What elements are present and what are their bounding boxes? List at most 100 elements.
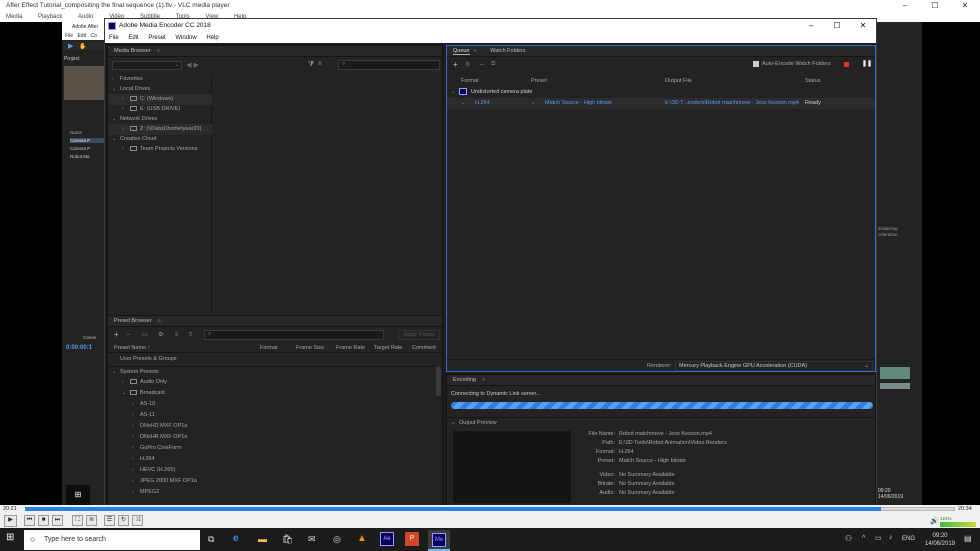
edge-icon[interactable]: e	[233, 533, 239, 544]
vlc-icon[interactable]: ▲	[357, 533, 367, 544]
col-status[interactable]: Status	[805, 76, 821, 86]
network-icon[interactable]: ▭	[875, 534, 882, 542]
col-comment[interactable]: Comment	[412, 343, 436, 353]
add-source-icon[interactable]: +	[453, 60, 458, 69]
ame-menu-help[interactable]: Help	[206, 33, 218, 43]
preset-item[interactable]: › MPEG2	[108, 487, 434, 498]
selection-tool-icon[interactable]: ▶	[68, 43, 73, 50]
file-explorer-icon[interactable]: ▬	[258, 534, 267, 544]
preset-item[interactable]: › H.264	[108, 454, 434, 465]
stop-icon[interactable]: ■	[38, 515, 49, 526]
encoding-tab[interactable]: Encoding ≡	[447, 375, 875, 386]
media-browser-location-dropdown[interactable]: ⌄	[112, 61, 182, 70]
renderer-dropdown[interactable]: Mercury Playback Engine GPU Acceleration…	[675, 361, 873, 371]
preset-user-group[interactable]: User Presets & Groups	[108, 354, 442, 365]
ame-menu-preset[interactable]: Preset	[148, 33, 165, 43]
col-frame-rate[interactable]: Frame Rate	[336, 343, 365, 353]
ame-menu-window[interactable]: Window	[175, 33, 196, 43]
play-icon[interactable]: ▶	[4, 515, 17, 527]
fullscreen-icon[interactable]: ⛶	[72, 515, 83, 526]
queue-item-format[interactable]: H.264	[475, 98, 490, 109]
col-preset-name[interactable]: Preset Name ↑	[114, 343, 150, 353]
media-encoder-task[interactable]: Me	[428, 530, 450, 551]
new-group-icon[interactable]: ▭	[142, 331, 148, 338]
view-toggle-icon[interactable]: ≡	[318, 61, 322, 67]
playlist-icon[interactable]: ☰	[104, 515, 115, 526]
vlc-menu-media[interactable]: Media	[6, 12, 22, 22]
apply-preset-button[interactable]: Apply Preset	[398, 330, 440, 340]
loop-icon[interactable]: ↻	[118, 515, 129, 526]
chevron-down-icon[interactable]: ⌄	[531, 98, 536, 109]
store-icon[interactable]: 🛍	[282, 534, 293, 545]
col-preset[interactable]: Preset	[531, 76, 547, 86]
after-effects-icon[interactable]: Ae	[380, 532, 394, 546]
media-search-input[interactable]: ⌕	[338, 60, 440, 70]
preset-item[interactable]: › HEVC (H.265)	[108, 465, 434, 476]
task-view-icon[interactable]: ⧉	[208, 534, 214, 545]
col-format[interactable]: Format	[461, 76, 478, 86]
preset-search-input[interactable]: ⌕	[204, 330, 384, 340]
preset-system-group[interactable]: ⌄ System Presets	[108, 366, 442, 377]
speaker-icon[interactable]: ♪	[889, 534, 893, 541]
ame-menu-file[interactable]: File	[109, 33, 119, 43]
close-icon[interactable]: ✕	[850, 19, 876, 33]
back-forward-icon[interactable]: ◀ ▶	[186, 61, 199, 69]
ame-menu-edit[interactable]: Edit	[128, 33, 138, 43]
duplicate-icon[interactable]: ⧉	[491, 61, 495, 68]
ae-project-tab[interactable]: Project	[64, 56, 104, 64]
ae-project-item[interactable]: Robot Ma	[70, 154, 90, 159]
close-icon[interactable]: ✕	[950, 0, 980, 12]
col-target-rate[interactable]: Target Rate	[374, 343, 402, 353]
windows-start-icon[interactable]: ⊞	[6, 532, 14, 543]
tab-queue[interactable]: Queue	[453, 48, 470, 55]
preset-item[interactable]: ⌄ Broadcast	[108, 388, 434, 399]
preset-browser-tab[interactable]: Preset Browser ≡	[108, 316, 442, 327]
media-browser-tab[interactable]: Media Browser ≡	[108, 46, 442, 57]
col-format[interactable]: Format	[260, 343, 277, 353]
app-icon[interactable]: ◎	[333, 534, 341, 545]
vlc-menu-playback[interactable]: Playback	[38, 12, 62, 22]
people-icon[interactable]: ⚇	[845, 534, 852, 543]
auto-encode-checkbox[interactable]	[753, 61, 759, 67]
queue-item-output[interactable]: E:\3D T...enders\Robot matchmove - Jess …	[665, 98, 799, 109]
minimize-icon[interactable]: –	[890, 0, 920, 12]
chevron-down-icon[interactable]: ⌄	[461, 98, 466, 109]
hand-tool-icon[interactable]: ✋	[79, 44, 86, 50]
settings-icon[interactable]: ⚙	[158, 331, 163, 338]
add-preset-icon[interactable]: +	[114, 330, 119, 339]
minimize-icon[interactable]: –	[798, 19, 824, 33]
vlc-menu-audio[interactable]: Audio	[78, 12, 93, 22]
preset-scrollbar[interactable]	[436, 366, 441, 396]
language-indicator[interactable]: ENG	[902, 536, 915, 542]
preset-item[interactable]: › AS-11	[108, 410, 434, 421]
settings-icon[interactable]: ⚙	[465, 61, 470, 68]
output-preview-header[interactable]: ⌄ Output Preview	[447, 417, 875, 427]
maximize-icon[interactable]: ☐	[824, 19, 850, 33]
powerpoint-icon[interactable]: P	[405, 532, 419, 546]
tab-watch-folders[interactable]: Watch Folders	[490, 48, 525, 54]
taskbar-search[interactable]: ○ Type here to search	[24, 530, 200, 550]
chevron-up-icon[interactable]: ^	[862, 535, 865, 542]
export-preset-icon[interactable]: ⇧	[188, 331, 193, 338]
preset-item[interactable]: › Audio Only	[108, 377, 434, 388]
ae-timecode[interactable]: 0:00:00:1	[66, 345, 92, 351]
remove-preset-icon[interactable]: −	[126, 330, 131, 339]
preset-item[interactable]: › DNxHR MXF OP1a	[108, 432, 434, 443]
col-frame-size[interactable]: Frame Size	[296, 343, 324, 353]
queue-item-preset[interactable]: Match Source - High bitrate	[545, 98, 612, 109]
ae-project-item[interactable]: Camera P	[70, 146, 90, 151]
queue-item-row[interactable]: ⌄ H.264 ⌄ Match Source - High bitrate E:…	[447, 98, 875, 109]
stop-icon[interactable]	[844, 62, 849, 67]
tree-item-team-projects[interactable]: › Team Projects Versions	[108, 144, 212, 155]
system-clock[interactable]: 09:20 14/06/2019	[922, 532, 958, 548]
filter-icon[interactable]: ⧩	[308, 61, 314, 69]
windows-icon[interactable]: ⊞	[66, 485, 90, 505]
ae-menu-file[interactable]: File	[65, 33, 73, 39]
next-icon[interactable]: ⏭	[52, 515, 63, 526]
ae-layer-tab[interactable]: Camer	[83, 335, 97, 340]
mail-icon[interactable]: ✉	[308, 534, 316, 545]
maximize-icon[interactable]: ☐	[920, 0, 950, 12]
pause-icon[interactable]: ❚❚	[862, 60, 872, 67]
preset-item[interactable]: › GoPro CineForm	[108, 443, 434, 454]
ae-menu-co[interactable]: Co	[90, 33, 96, 39]
